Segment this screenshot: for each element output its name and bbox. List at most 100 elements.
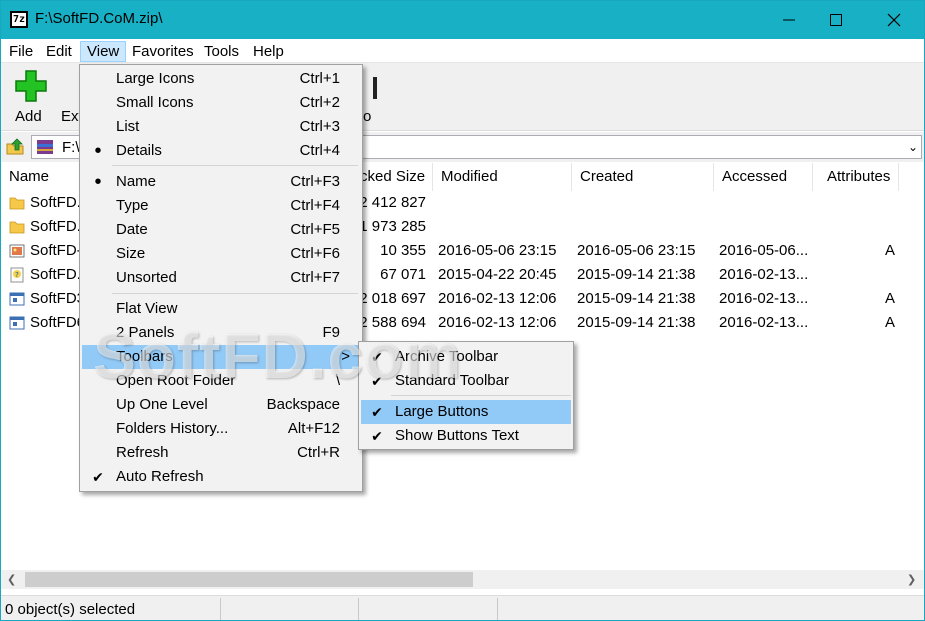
menu-item-label: Size bbox=[116, 245, 146, 262]
archive-icon bbox=[37, 140, 53, 154]
menu-item-label: List bbox=[116, 118, 140, 135]
menu-item-label: Flat View bbox=[116, 300, 178, 317]
menu-item-label: Type bbox=[116, 197, 149, 214]
menu-file[interactable]: File bbox=[3, 41, 39, 62]
menu-item-label: Show Buttons Text bbox=[395, 427, 519, 444]
menu-item-label: Details bbox=[116, 142, 162, 159]
menu-separator bbox=[112, 165, 358, 166]
view-menu-item-details[interactable]: • Details Ctrl+4 bbox=[82, 139, 360, 163]
plus-icon bbox=[15, 70, 47, 102]
attributes-cell bbox=[871, 191, 895, 215]
menu-item-shortcut: Ctrl+F5 bbox=[290, 221, 340, 238]
checkmark-icon: ✔ bbox=[92, 469, 104, 485]
window-title: F:\SoftFD.CoM.zip\ bbox=[35, 10, 163, 27]
view-menu-item-size[interactable]: Size Ctrl+F6 bbox=[82, 242, 360, 266]
menu-view[interactable]: View bbox=[80, 41, 127, 62]
exe-file-icon bbox=[9, 316, 25, 330]
menu-item-shortcut: Ctrl+3 bbox=[299, 118, 340, 135]
status-bar: 0 object(s) selected bbox=[1, 595, 924, 620]
folder-icon bbox=[9, 197, 25, 210]
menu-item-shortcut: Ctrl+R bbox=[297, 444, 340, 461]
menu-tools[interactable]: Tools bbox=[198, 41, 245, 62]
menu-item-shortcut: Ctrl+F7 bbox=[290, 269, 340, 286]
add-label: Add bbox=[15, 108, 42, 125]
menu-bar: File Edit View Favorites Tools Help bbox=[1, 39, 924, 63]
column-packed-size[interactable]: cked Size bbox=[360, 163, 433, 191]
column-accessed[interactable]: Accessed bbox=[714, 163, 813, 191]
view-menu-item-folders-history[interactable]: Folders History... Alt+F12 bbox=[82, 417, 360, 441]
chevron-down-icon[interactable]: ⌄ bbox=[908, 140, 918, 154]
column-modified[interactable]: Modified bbox=[433, 163, 572, 191]
view-menu-item-up-one-level[interactable]: Up One Level Backspace bbox=[82, 393, 360, 417]
view-menu-item-large-icons[interactable]: Large Icons Ctrl+1 bbox=[82, 67, 360, 91]
view-menu-item-auto-refresh[interactable]: ✔ Auto Refresh bbox=[82, 465, 360, 489]
minimize-button[interactable] bbox=[762, 1, 816, 39]
created-cell: 2015-09-14 21:38 bbox=[577, 266, 696, 283]
toolbars-menu-item-show-buttons-text[interactable]: ✔ Show Buttons Text bbox=[361, 424, 571, 448]
column-attributes[interactable]: Attributes bbox=[813, 163, 899, 191]
menu-item-shortcut: Ctrl+2 bbox=[299, 94, 340, 111]
menu-edit[interactable]: Edit bbox=[40, 41, 78, 62]
title-bar[interactable]: 7z F:\SoftFD.CoM.zip\ bbox=[1, 1, 924, 39]
view-menu-item-unsorted[interactable]: Unsorted Ctrl+F7 bbox=[82, 266, 360, 290]
attributes-cell: A bbox=[884, 242, 895, 259]
view-menu-item-small-icons[interactable]: Small Icons Ctrl+2 bbox=[82, 91, 360, 115]
menu-item-label: Large Buttons bbox=[395, 403, 489, 420]
menu-help[interactable]: Help bbox=[247, 41, 290, 62]
status-divider bbox=[497, 598, 498, 620]
menu-item-shortcut: Alt+F12 bbox=[287, 420, 340, 437]
modified-cell bbox=[438, 215, 570, 239]
checkmark-icon: ✔ bbox=[371, 428, 383, 444]
close-button[interactable] bbox=[867, 1, 921, 39]
checkmark-icon: ✔ bbox=[371, 404, 383, 420]
attributes-cell: A bbox=[884, 290, 895, 307]
up-folder-button[interactable] bbox=[5, 136, 27, 158]
menu-separator bbox=[112, 293, 358, 294]
accessed-cell: 2016-02-13... bbox=[719, 290, 809, 307]
maximize-button[interactable] bbox=[809, 1, 863, 39]
info-label: o bbox=[363, 108, 372, 125]
status-divider bbox=[220, 598, 221, 620]
menu-item-shortcut: Ctrl+1 bbox=[299, 70, 340, 87]
close-icon bbox=[887, 13, 901, 27]
modified-cell: 2015-04-22 20:45 bbox=[438, 266, 557, 283]
menu-separator bbox=[391, 395, 571, 396]
created-cell: 2015-09-14 21:38 bbox=[577, 290, 696, 307]
exe-file-icon bbox=[9, 292, 25, 306]
view-menu-item-refresh[interactable]: Refresh Ctrl+R bbox=[82, 441, 360, 465]
menu-item-shortcut: Ctrl+F4 bbox=[290, 197, 340, 214]
attributes-cell: A bbox=[884, 314, 895, 331]
scroll-right-icon[interactable]: ❯ bbox=[907, 573, 916, 586]
help-file-icon: ? bbox=[10, 267, 24, 283]
view-menu-item-date[interactable]: Date Ctrl+F5 bbox=[82, 218, 360, 242]
view-menu-item-list[interactable]: List Ctrl+3 bbox=[82, 115, 360, 139]
scrollbar-thumb[interactable] bbox=[25, 572, 473, 587]
menu-item-label: Small Icons bbox=[116, 94, 194, 111]
menu-item-shortcut: Ctrl+F3 bbox=[290, 173, 340, 190]
view-menu-item-type[interactable]: Type Ctrl+F4 bbox=[82, 194, 360, 218]
accessed-cell bbox=[719, 191, 811, 215]
status-divider bbox=[358, 598, 359, 620]
folder-icon bbox=[9, 221, 25, 234]
toolbars-menu-item-large-buttons[interactable]: ✔ Large Buttons bbox=[361, 400, 571, 424]
created-cell bbox=[577, 215, 711, 239]
watermark: SoftFD.com bbox=[93, 320, 463, 392]
scroll-left-icon[interactable]: ❮ bbox=[7, 573, 16, 586]
minimize-icon bbox=[783, 19, 795, 21]
created-cell: 2015-09-14 21:38 bbox=[577, 314, 696, 331]
modified-cell bbox=[438, 191, 570, 215]
column-created[interactable]: Created bbox=[572, 163, 714, 191]
menu-item-label: Name bbox=[116, 173, 157, 190]
view-menu-item-flat-view[interactable]: Flat View bbox=[82, 297, 360, 321]
menu-favorites[interactable]: Favorites bbox=[126, 41, 200, 62]
modified-cell: 2016-02-13 12:06 bbox=[438, 290, 557, 307]
accessed-cell: 2016-02-13... bbox=[719, 266, 809, 283]
image-file-icon bbox=[9, 244, 25, 258]
maximize-icon bbox=[830, 14, 842, 26]
app-7z-icon: 7z bbox=[10, 11, 28, 28]
menu-item-shortcut: Ctrl+F6 bbox=[290, 245, 340, 262]
folder-up-icon bbox=[6, 138, 24, 155]
horizontal-scrollbar[interactable]: ❮ ❯ bbox=[1, 570, 924, 589]
created-cell: 2016-05-06 23:15 bbox=[577, 242, 696, 259]
view-menu-item-name[interactable]: • Name Ctrl+F3 bbox=[82, 170, 360, 194]
